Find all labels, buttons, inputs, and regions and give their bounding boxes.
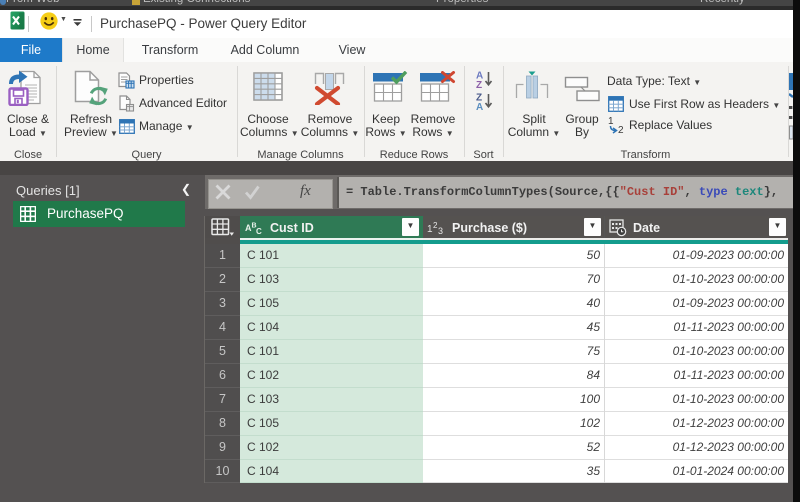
svg-text:A: A — [476, 102, 483, 111]
svg-text:C: C — [256, 227, 262, 236]
svg-text:1: 1 — [608, 116, 614, 127]
svg-text:Z: Z — [476, 80, 482, 89]
svg-text:3: 3 — [438, 226, 443, 236]
svg-text:2: 2 — [618, 125, 624, 134]
